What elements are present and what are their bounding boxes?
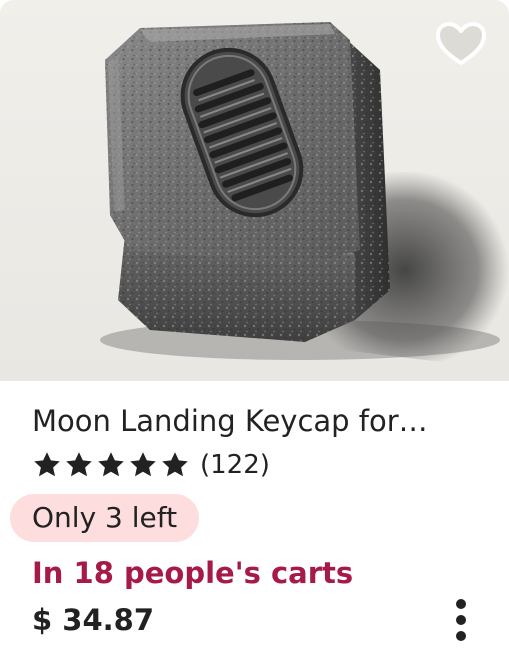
price: $ 34.87 [32,603,155,637]
star-icon [130,452,156,477]
favorite-button[interactable] [432,16,490,74]
product-image[interactable] [0,0,509,381]
star-icon [162,452,188,477]
vertical-ellipsis-icon [456,599,466,641]
carts-count-text: In 18 people's carts [32,556,354,590]
stock-badge: Only 3 left [10,494,200,542]
more-options-button[interactable] [441,596,481,644]
rating[interactable]: (122) [32,446,270,484]
rating-stars [32,450,190,480]
heart-outline-icon [436,22,486,65]
listing-title[interactable]: Moon Landing Keycap for… [32,400,492,442]
star-icon [66,452,92,477]
star-icon [34,452,60,477]
review-count: (122) [200,450,270,480]
star-icon [98,452,124,477]
listing-card[interactable]: Moon Landing Keycap for… (122) Only 3 le… [0,0,509,671]
